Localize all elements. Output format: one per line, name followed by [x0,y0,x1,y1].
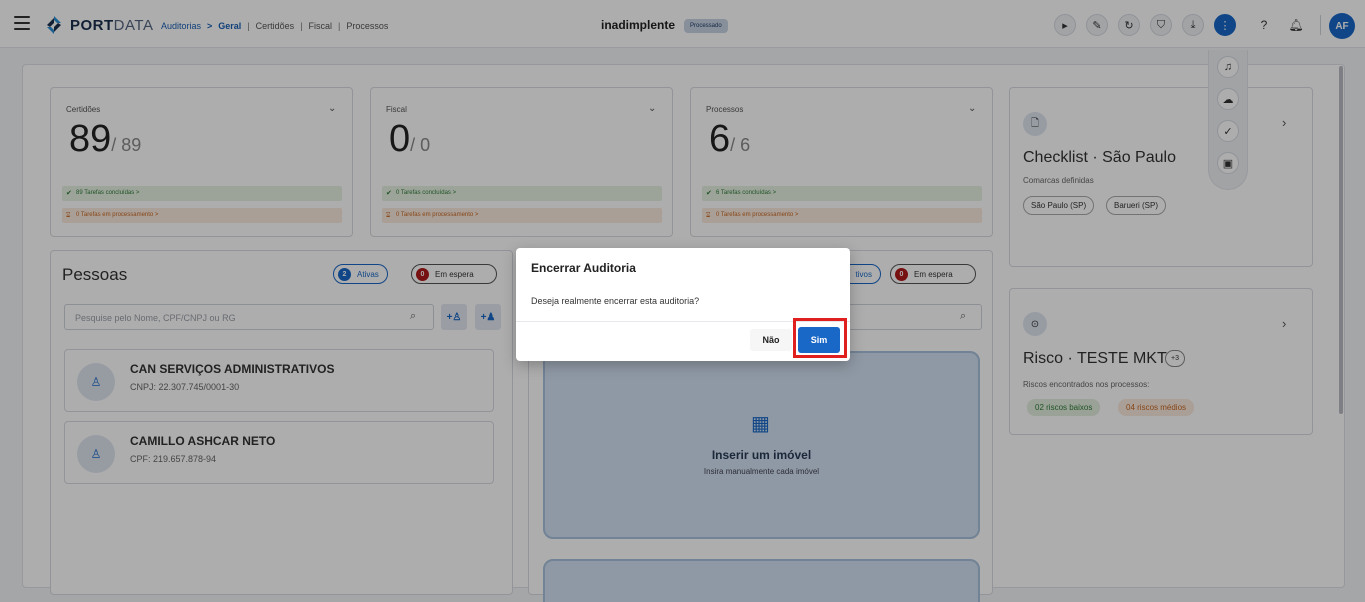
highlight-box [793,318,847,358]
dialog-title: Encerrar Auditoria [531,261,636,275]
dialog-message: Deseja realmente encerrar esta auditoria… [531,296,700,306]
no-button[interactable]: Não [750,329,792,351]
